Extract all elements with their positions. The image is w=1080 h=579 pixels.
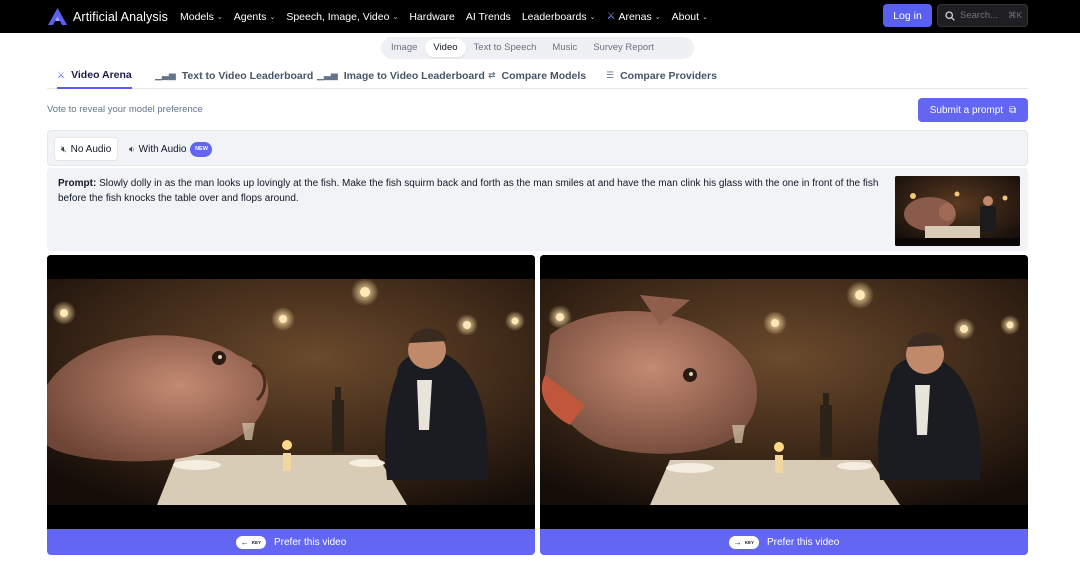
- audio-toggle-bar: 🔇︎ No Audio 🔉︎ With Audio NEW: [47, 130, 1028, 166]
- nav-about-label: About: [671, 10, 700, 23]
- with-audio-label: With Audio: [138, 143, 187, 155]
- brand-logo[interactable]: Artificial Analysis: [48, 8, 168, 25]
- subtab-image-to-video-leaderboard[interactable]: ▁▃▅ Image to Video Leaderboard: [317, 63, 485, 88]
- main-nav: Models ⌄ Agents ⌄ Speech, Image, Video ⌄…: [180, 0, 719, 33]
- speaker-muted-icon: 🔇︎: [61, 143, 67, 154]
- login-button[interactable]: Log in: [883, 4, 932, 27]
- submit-prompt-button[interactable]: Submit a prompt ⧉: [918, 98, 1028, 122]
- arrow-right-icon: →: [733, 537, 742, 547]
- prompt-reference-thumbnail[interactable]: [895, 176, 1020, 246]
- media-type-switch: Image Video Text to Speech Music Survey …: [381, 37, 694, 59]
- nav-arenas[interactable]: ⚔ Arenas ⌄: [607, 11, 661, 23]
- prefer-left-button[interactable]: ← KEY Prefer this video: [47, 529, 535, 555]
- chevron-down-icon: ⌄: [216, 13, 223, 21]
- nav-leaderboards-label: Leaderboards: [521, 10, 587, 23]
- nav-speech-image-video[interactable]: Speech, Image, Video ⌄: [286, 11, 398, 23]
- nav-agents[interactable]: Agents ⌄: [234, 11, 276, 23]
- logo-icon: [48, 8, 67, 25]
- prompt-panel: Prompt: Slowly dolly in as the man looks…: [47, 168, 1028, 251]
- nav-agents-label: Agents: [233, 10, 267, 23]
- video-scene-left-image: [47, 255, 535, 529]
- subtab-label: Text to Video Leaderboard: [181, 69, 314, 82]
- arena-icon: ⚔: [57, 69, 66, 80]
- arena-subtabs: ⚔ Video Arena ▁▃▅ Text to Video Leaderbo…: [47, 63, 1028, 89]
- bar-chart-icon: ▁▃▅: [155, 70, 176, 80]
- chevron-down-icon: ⌄: [654, 13, 661, 21]
- message-icon: ⧉: [1009, 104, 1017, 116]
- nav-models[interactable]: Models ⌄: [180, 11, 223, 23]
- right-arrow-key-icon: → KEY: [728, 535, 759, 549]
- server-icon: ☰: [606, 70, 615, 80]
- search-input[interactable]: [960, 10, 1006, 21]
- arena-icon: ⚔: [606, 11, 616, 22]
- tab-image[interactable]: Image: [383, 39, 425, 57]
- key-label: KEY: [251, 539, 261, 545]
- nav-ai-trends-label: AI Trends: [465, 10, 511, 23]
- chevron-down-icon: ⌄: [392, 13, 399, 21]
- nav-arenas-label: Arenas: [618, 10, 652, 23]
- subtab-label: Compare Providers: [620, 69, 717, 82]
- vote-instructions: Vote to reveal your model preference: [47, 104, 203, 115]
- nav-hardware-label: Hardware: [409, 10, 455, 23]
- prompt-text-block: Prompt: Slowly dolly in as the man looks…: [58, 177, 884, 206]
- subtab-video-arena[interactable]: ⚔ Video Arena: [57, 63, 132, 89]
- tab-survey-report[interactable]: Survey Report: [585, 39, 662, 57]
- subtab-text-to-video-leaderboard[interactable]: ▁▃▅ Text to Video Leaderboard: [155, 63, 313, 88]
- video-scene-right-image: [540, 255, 1028, 529]
- speaker-icon: 🔉︎: [129, 143, 135, 154]
- video-player-left[interactable]: [47, 255, 535, 529]
- nav-models-label: Models: [180, 10, 214, 23]
- search-box[interactable]: ⌘K: [937, 4, 1028, 27]
- subtab-label: Compare Models: [501, 69, 587, 82]
- tab-video[interactable]: Video: [425, 39, 466, 57]
- tab-music[interactable]: Music: [544, 39, 585, 57]
- nav-about[interactable]: About ⌄: [672, 11, 708, 23]
- new-badge: NEW: [190, 141, 213, 157]
- prefer-right-label: Prefer this video: [767, 536, 840, 548]
- brand-name: Artificial Analysis: [73, 9, 168, 24]
- chevron-down-icon: ⌄: [702, 13, 708, 21]
- submit-prompt-label: Submit a prompt: [929, 104, 1004, 116]
- no-audio-option[interactable]: 🔇︎ No Audio: [54, 137, 119, 161]
- arrow-left-icon: ←: [240, 537, 249, 547]
- bar-chart-icon: ▁▃▅: [317, 70, 338, 80]
- subtab-compare-models[interactable]: ⇄ Compare Models: [488, 63, 586, 88]
- nav-ai-trends[interactable]: AI Trends: [466, 11, 511, 23]
- video-card-left: ← KEY Prefer this video: [47, 255, 535, 555]
- nav-hardware[interactable]: Hardware: [409, 11, 455, 23]
- prompt-label: Prompt:: [58, 178, 97, 189]
- chevron-down-icon: ⌄: [269, 13, 276, 21]
- chevron-down-icon: ⌄: [589, 13, 596, 21]
- nav-speech-label: Speech, Image, Video: [286, 10, 390, 23]
- subtab-label: Image to Video Leaderboard: [343, 69, 485, 82]
- nav-leaderboards[interactable]: Leaderboards ⌄: [522, 11, 596, 23]
- top-navbar: Artificial Analysis Models ⌄ Agents ⌄ Sp…: [0, 0, 1080, 33]
- no-audio-label: No Audio: [70, 143, 112, 155]
- prefer-left-label: Prefer this video: [274, 536, 347, 548]
- prompt-body: Slowly dolly in as the man looks up lovi…: [58, 178, 879, 204]
- subtab-label: Video Arena: [71, 69, 132, 81]
- with-audio-option[interactable]: 🔉︎ With Audio NEW: [123, 137, 218, 161]
- thumbnail-scene-image: [895, 176, 1020, 246]
- video-player-right[interactable]: [540, 255, 1028, 529]
- key-label: KEY: [744, 539, 754, 545]
- search-icon: [945, 10, 955, 21]
- left-arrow-key-icon: ← KEY: [235, 535, 266, 549]
- search-shortcut: ⌘K: [1008, 10, 1023, 20]
- video-card-right: → KEY Prefer this video: [540, 255, 1028, 555]
- tab-text-to-speech[interactable]: Text to Speech: [466, 39, 545, 57]
- subtab-compare-providers[interactable]: ☰ Compare Providers: [606, 63, 717, 88]
- compare-icon: ⇄: [488, 70, 496, 80]
- prefer-right-button[interactable]: → KEY Prefer this video: [540, 529, 1028, 555]
